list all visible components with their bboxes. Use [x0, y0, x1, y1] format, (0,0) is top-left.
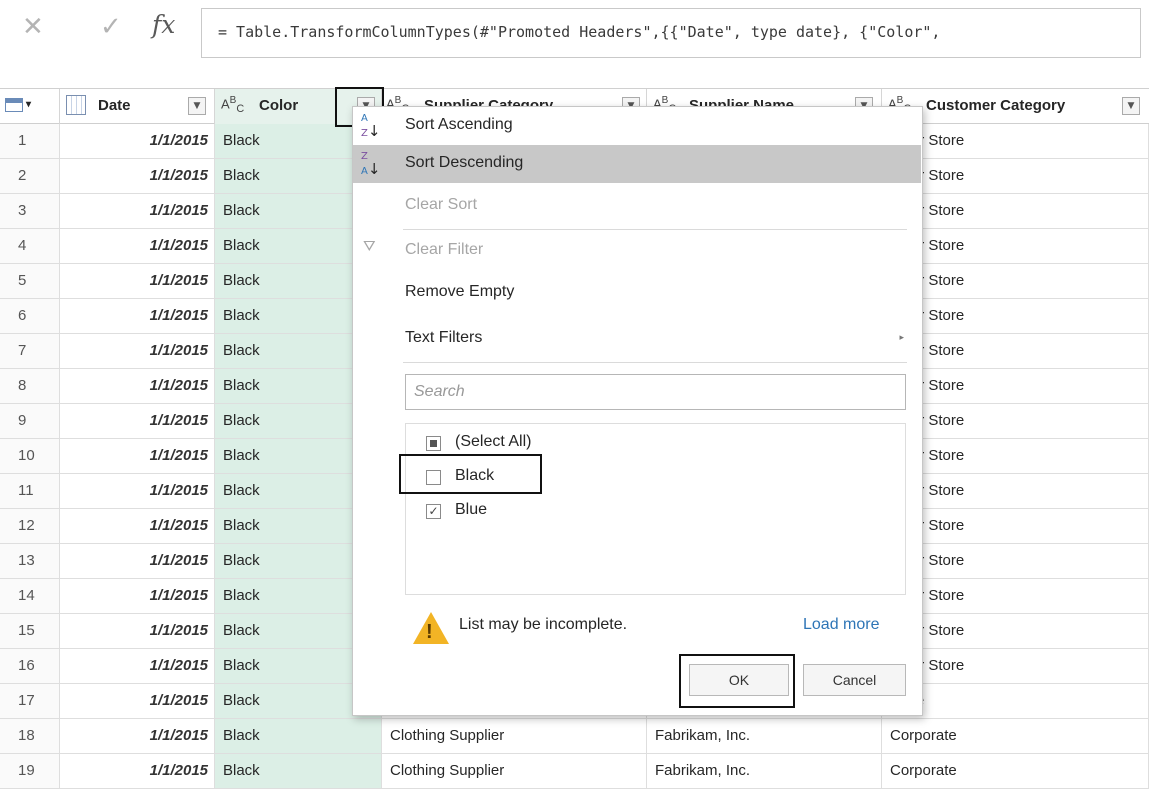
row-number[interactable]: 4 — [0, 229, 60, 263]
row-number[interactable]: 11 — [0, 474, 60, 508]
date-cell[interactable]: 1/1/2015 — [60, 264, 215, 298]
clear-filter-item[interactable]: ⛛ Clear Filter — [353, 232, 922, 270]
menu-separator — [403, 362, 907, 363]
close-icon[interactable]: ✕ — [22, 12, 44, 42]
checkbox-checked-icon[interactable]: ✓ — [426, 504, 441, 519]
remove-empty-item[interactable]: Remove Empty — [353, 274, 922, 312]
warning-text: List may be incomplete. — [459, 616, 628, 633]
row-number[interactable]: 14 — [0, 579, 60, 613]
menu-item-label: Sort Ascending — [405, 116, 513, 133]
formula-input[interactable]: = Table.TransformColumnTypes(#"Promoted … — [201, 8, 1141, 58]
date-cell[interactable]: 1/1/2015 — [60, 124, 215, 158]
row-number[interactable]: 12 — [0, 509, 60, 543]
row-number[interactable]: 17 — [0, 684, 60, 718]
sort-descending-icon: Z A↓ — [361, 151, 381, 178]
formula-bar: ✕ ✓ fx = Table.TransformColumnTypes(#"Pr… — [0, 0, 1149, 88]
row-number[interactable]: 5 — [0, 264, 60, 298]
date-cell[interactable]: 1/1/2015 — [60, 579, 215, 613]
color-cell[interactable]: Black — [215, 754, 382, 788]
row-number[interactable]: 3 — [0, 194, 60, 228]
filter-dropdown-button[interactable]: ▼ — [188, 97, 206, 115]
sort-ascending-item[interactable]: A Z↓ Sort Ascending — [353, 107, 922, 145]
filter-dropdown-button[interactable]: ▼ — [1122, 97, 1140, 115]
row-number[interactable]: 19 — [0, 754, 60, 788]
calendar-icon — [66, 95, 86, 115]
date-cell[interactable]: 1/1/2015 — [60, 194, 215, 228]
color-cell[interactable]: Black — [215, 719, 382, 753]
filter-menu: A Z↓ Sort Ascending Z A↓ Sort Descending C… — [352, 106, 923, 716]
search-input[interactable]: Search — [405, 374, 906, 410]
highlight-box — [399, 454, 542, 494]
date-cell[interactable]: 1/1/2015 — [60, 509, 215, 543]
menu-item-label: Remove Empty — [405, 283, 515, 300]
date-cell[interactable]: 1/1/2015 — [60, 684, 215, 718]
menu-separator — [403, 229, 907, 230]
date-cell[interactable]: 1/1/2015 — [60, 614, 215, 648]
row-number[interactable]: 2 — [0, 159, 60, 193]
text-filters-item[interactable]: Text Filters ▸ — [353, 320, 922, 358]
supplier-category-cell[interactable]: Clothing Supplier — [382, 719, 647, 753]
clear-sort-item[interactable]: Clear Sort — [353, 187, 922, 225]
checkbox-partial-icon[interactable] — [426, 436, 441, 451]
date-cell[interactable]: 1/1/2015 — [60, 299, 215, 333]
column-header-label: Date — [98, 97, 131, 114]
fx-icon[interactable]: fx — [152, 10, 175, 39]
date-cell[interactable]: 1/1/2015 — [60, 369, 215, 403]
supplier-name-cell[interactable]: Fabrikam, Inc. — [647, 719, 882, 753]
table-icon[interactable] — [5, 98, 23, 112]
checkbox-label: Blue — [455, 501, 488, 518]
highlight-box — [679, 654, 795, 708]
column-header-label: Color — [259, 97, 299, 114]
row-number[interactable]: 13 — [0, 544, 60, 578]
date-cell[interactable]: 1/1/2015 — [60, 229, 215, 263]
column-header-date[interactable]: Date ▼ — [60, 89, 215, 124]
checkbox-label: (Select All) — [455, 433, 532, 450]
row-number[interactable]: 1 — [0, 124, 60, 158]
supplier-category-cell[interactable]: Clothing Supplier — [382, 754, 647, 788]
row-number[interactable]: 8 — [0, 369, 60, 403]
text-type-icon: ABC — [221, 95, 245, 115]
date-cell[interactable]: 1/1/2015 — [60, 159, 215, 193]
menu-item-label: Sort Descending — [405, 154, 524, 171]
table-row: 18 1/1/2015 Black Clothing Supplier Fabrikam… — [0, 719, 1149, 754]
row-number[interactable]: 6 — [0, 299, 60, 333]
cancel-button[interactable]: Cancel — [803, 664, 906, 696]
chevron-down-icon[interactable]: ▾ — [26, 99, 31, 110]
row-number[interactable]: 16 — [0, 649, 60, 683]
row-number[interactable]: 15 — [0, 614, 60, 648]
sort-descending-item[interactable]: Z A↓ Sort Descending — [353, 145, 921, 183]
check-icon[interactable]: ✓ — [100, 12, 122, 42]
date-cell[interactable]: 1/1/2015 — [60, 404, 215, 438]
value-list: (Select All) Black ✓ Blue — [405, 423, 906, 595]
date-cell[interactable]: 1/1/2015 — [60, 474, 215, 508]
row-number[interactable]: 7 — [0, 334, 60, 368]
warning-mark: ! — [426, 621, 433, 643]
load-more-link[interactable]: Load more — [803, 616, 880, 634]
date-cell[interactable]: 1/1/2015 — [60, 544, 215, 578]
menu-item-label: Clear Filter — [405, 241, 484, 258]
chevron-right-icon: ▸ — [899, 332, 904, 342]
date-cell[interactable]: 1/1/2015 — [60, 719, 215, 753]
menu-item-label: Text Filters — [405, 329, 483, 346]
date-cell[interactable]: 1/1/2015 — [60, 754, 215, 788]
row-number[interactable]: 10 — [0, 439, 60, 473]
menu-item-label: Clear Sort — [405, 196, 478, 213]
clear-filter-icon: ⛛ — [363, 237, 376, 255]
date-cell[interactable]: 1/1/2015 — [60, 649, 215, 683]
table-menu-header[interactable]: ▾ — [0, 89, 60, 124]
column-header-label: Customer Category — [926, 97, 1066, 114]
sort-ascending-icon: A Z↓ — [361, 113, 381, 140]
customer-category-cell[interactable]: Corporate — [882, 719, 1149, 753]
supplier-name-cell[interactable]: Fabrikam, Inc. — [647, 754, 882, 788]
row-number[interactable]: 18 — [0, 719, 60, 753]
customer-category-cell[interactable]: Corporate — [882, 754, 1149, 788]
row-number[interactable]: 9 — [0, 404, 60, 438]
date-cell[interactable]: 1/1/2015 — [60, 439, 215, 473]
date-cell[interactable]: 1/1/2015 — [60, 334, 215, 368]
